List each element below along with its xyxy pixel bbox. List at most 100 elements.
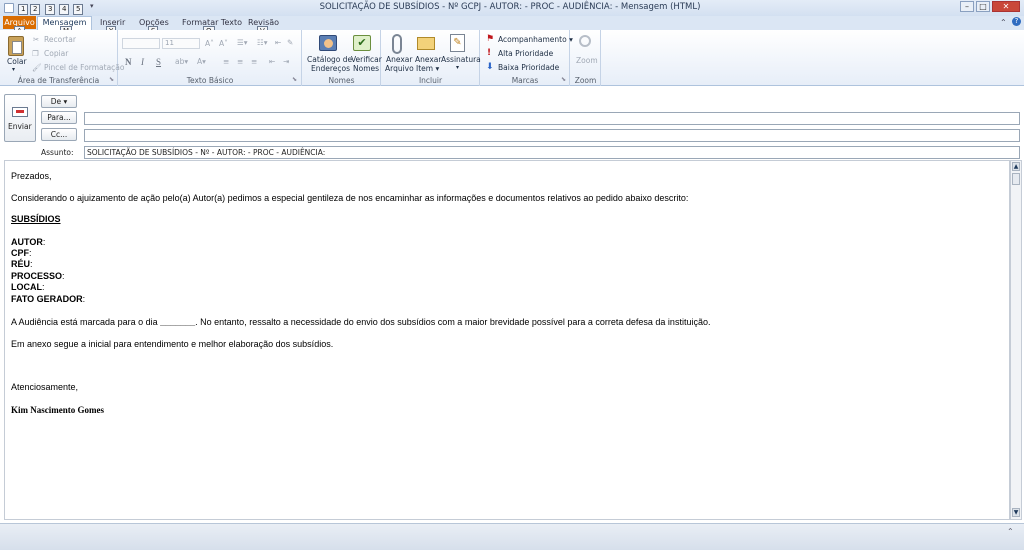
scroll-thumb[interactable]	[1012, 173, 1020, 185]
from-button[interactable]: De ▾	[41, 95, 77, 108]
minimize-button[interactable]: –	[960, 1, 974, 12]
signature-name: Kim Nascimento Gomes	[11, 405, 104, 415]
address-book-button-line1[interactable]: Catálogo de	[307, 55, 352, 64]
collapse-ribbon-icon[interactable]: ⌃	[1000, 18, 1007, 27]
send-icon	[12, 107, 28, 117]
save-icon[interactable]	[4, 3, 14, 13]
greeting: Prezados,	[11, 171, 52, 181]
italic-button[interactable]: I	[141, 57, 144, 67]
subject-label: Assunto:	[41, 148, 74, 157]
group-label-clipboard: Área de Transferência	[17, 76, 100, 85]
to-button[interactable]: Para...	[41, 111, 77, 124]
keytip-3: 3	[45, 4, 56, 15]
outdent-icon[interactable]: ⇤	[269, 57, 275, 66]
window-title: SOLICITAÇÃO DE SUBSÍDIOS - Nº GCPJ - AUT…	[319, 2, 701, 12]
paste-button[interactable]: Colar	[7, 57, 27, 66]
cc-button[interactable]: Cc...	[41, 128, 77, 141]
send-button[interactable]: Enviar	[4, 94, 36, 142]
bold-button[interactable]: N	[125, 57, 132, 67]
subject-field[interactable]: SOLICITAÇÃO DE SUBSÍDIOS - Nº - AUTOR: -…	[84, 146, 1020, 159]
align-center-icon[interactable]: ≡	[237, 57, 243, 66]
bullets-icon[interactable]: ☰▾	[237, 38, 248, 47]
message-body[interactable]: Prezados, Considerando o ajuizamento de …	[4, 160, 1010, 520]
title-bar: 1 2 3 4 5 ▾ SOLICITAÇÃO DE SUBSÍDIOS - N…	[0, 0, 1024, 16]
follow-up-button[interactable]: Acompanhamento ▾	[498, 35, 573, 44]
to-field[interactable]	[84, 112, 1020, 125]
group-label-include: Incluir	[418, 76, 443, 85]
group-include: Anexar Arquivo Anexar Item ▾ ✎ Assinatur…	[382, 30, 481, 86]
dialog-launcher-icon[interactable]: ⬊	[561, 76, 566, 83]
dialog-launcher-icon[interactable]: ⬊	[292, 76, 297, 83]
ribbon: Colar ▾ ✂ Recortar ❐ Copiar 🖌 Pincel de …	[0, 30, 1024, 86]
numbering-icon[interactable]: ☷▾	[257, 38, 268, 47]
group-names: Catálogo de Endereços ✔ Verificar Nomes …	[303, 30, 382, 86]
font-name-input[interactable]	[122, 38, 160, 49]
signature-dropdown-icon[interactable]: ▾	[456, 64, 459, 71]
cut-icon: ✂	[33, 35, 40, 44]
clear-format-icon[interactable]: ✎	[287, 38, 293, 47]
font-size-input[interactable]: 11	[162, 38, 200, 49]
status-bar: ⌃	[0, 523, 1024, 550]
scroll-down-arrow-icon[interactable]: ▼	[1012, 508, 1020, 517]
attach-item-icon[interactable]	[417, 37, 435, 50]
align-left-icon[interactable]: ≡	[223, 57, 229, 66]
high-priority-icon[interactable]: !	[487, 48, 491, 58]
group-clipboard: Colar ▾ ✂ Recortar ❐ Copiar 🖌 Pincel de …	[0, 30, 125, 86]
send-label: Enviar	[8, 122, 32, 131]
follow-up-flag-icon[interactable]: ⚑	[486, 34, 494, 44]
expand-pane-icon[interactable]: ⌃	[1007, 527, 1014, 536]
attach-file-button-line1[interactable]: Anexar	[386, 55, 412, 64]
close-button[interactable]: ✕	[992, 1, 1020, 12]
high-priority-button[interactable]: Alta Prioridade	[498, 49, 553, 58]
align-right-icon[interactable]: ≡	[251, 57, 257, 66]
paste-dropdown-icon[interactable]: ▾	[12, 66, 15, 73]
group-label-names: Nomes	[328, 76, 355, 85]
signature-button[interactable]: Assinatura	[441, 55, 481, 64]
attach-item-button-line2[interactable]: Item ▾	[416, 64, 439, 73]
keytip-5: 5	[73, 4, 84, 15]
indent-icon[interactable]: ⇥	[283, 57, 289, 66]
shrink-font-icon[interactable]: A˅	[219, 39, 228, 48]
field-cpf: CPF:	[11, 248, 32, 258]
copy-button[interactable]: Copiar	[44, 49, 68, 58]
paste-icon[interactable]	[8, 36, 24, 56]
customize-qat-icon[interactable]: ▾	[90, 2, 94, 10]
field-author: AUTOR:	[11, 237, 46, 247]
font-color-icon[interactable]: A▾	[197, 57, 206, 66]
zoom-button[interactable]: Zoom	[576, 56, 598, 65]
address-book-button-line2[interactable]: Endereços	[311, 64, 350, 73]
attachment-paragraph: Em anexo segue a inicial para entendimen…	[11, 339, 334, 349]
group-label-basic-text: Texto Básico	[186, 76, 234, 85]
vertical-scrollbar[interactable]: ▲ ▼	[1010, 160, 1022, 520]
underline-button[interactable]: S	[156, 57, 161, 67]
help-icon[interactable]: ?	[1012, 17, 1021, 26]
signature-icon[interactable]: ✎	[450, 34, 465, 52]
attach-file-button-line2[interactable]: Arquivo	[385, 64, 414, 73]
attach-file-icon[interactable]	[392, 34, 402, 54]
group-zoom: Zoom Zoom	[571, 30, 601, 86]
cc-field[interactable]	[84, 129, 1020, 142]
decrease-indent-icon[interactable]: ⇤	[275, 38, 281, 47]
maximize-button[interactable]: □	[976, 1, 990, 12]
subsidies-heading: SUBSÍDIOS	[11, 214, 61, 224]
check-names-button-line1[interactable]: Verificar	[351, 55, 382, 64]
format-painter-button[interactable]: Pincel de Formatação	[44, 63, 125, 72]
field-defendant: RÉU:	[11, 259, 33, 269]
zoom-icon[interactable]	[579, 35, 591, 47]
field-location: LOCAL:	[11, 282, 45, 292]
check-names-button-line2[interactable]: Nomes	[353, 64, 379, 73]
group-basic-text: 11 A˄ A˅ ☰▾ ☷▾ ⇤ ✎ N I S ab▾ A▾ ≡ ≡ ≡ ⇤ …	[119, 30, 302, 86]
scroll-up-arrow-icon[interactable]: ▲	[1012, 162, 1020, 171]
highlight-icon[interactable]: ab▾	[175, 57, 188, 66]
attach-item-button-line1[interactable]: Anexar	[415, 55, 441, 64]
cut-button[interactable]: Recortar	[44, 35, 76, 44]
low-priority-icon[interactable]: ⬇	[486, 62, 494, 72]
intro-paragraph: Considerando o ajuizamento de ação pelo(…	[11, 193, 689, 203]
field-process: PROCESSO:	[11, 271, 65, 281]
check-names-icon[interactable]: ✔	[353, 35, 371, 51]
dialog-launcher-icon[interactable]: ⬊	[109, 76, 114, 83]
grow-font-icon[interactable]: A˄	[205, 39, 214, 48]
address-book-icon[interactable]	[319, 35, 337, 51]
low-priority-button[interactable]: Baixa Prioridade	[498, 63, 559, 72]
hearing-paragraph: A Audiência está marcada para o dia ____…	[11, 317, 711, 327]
